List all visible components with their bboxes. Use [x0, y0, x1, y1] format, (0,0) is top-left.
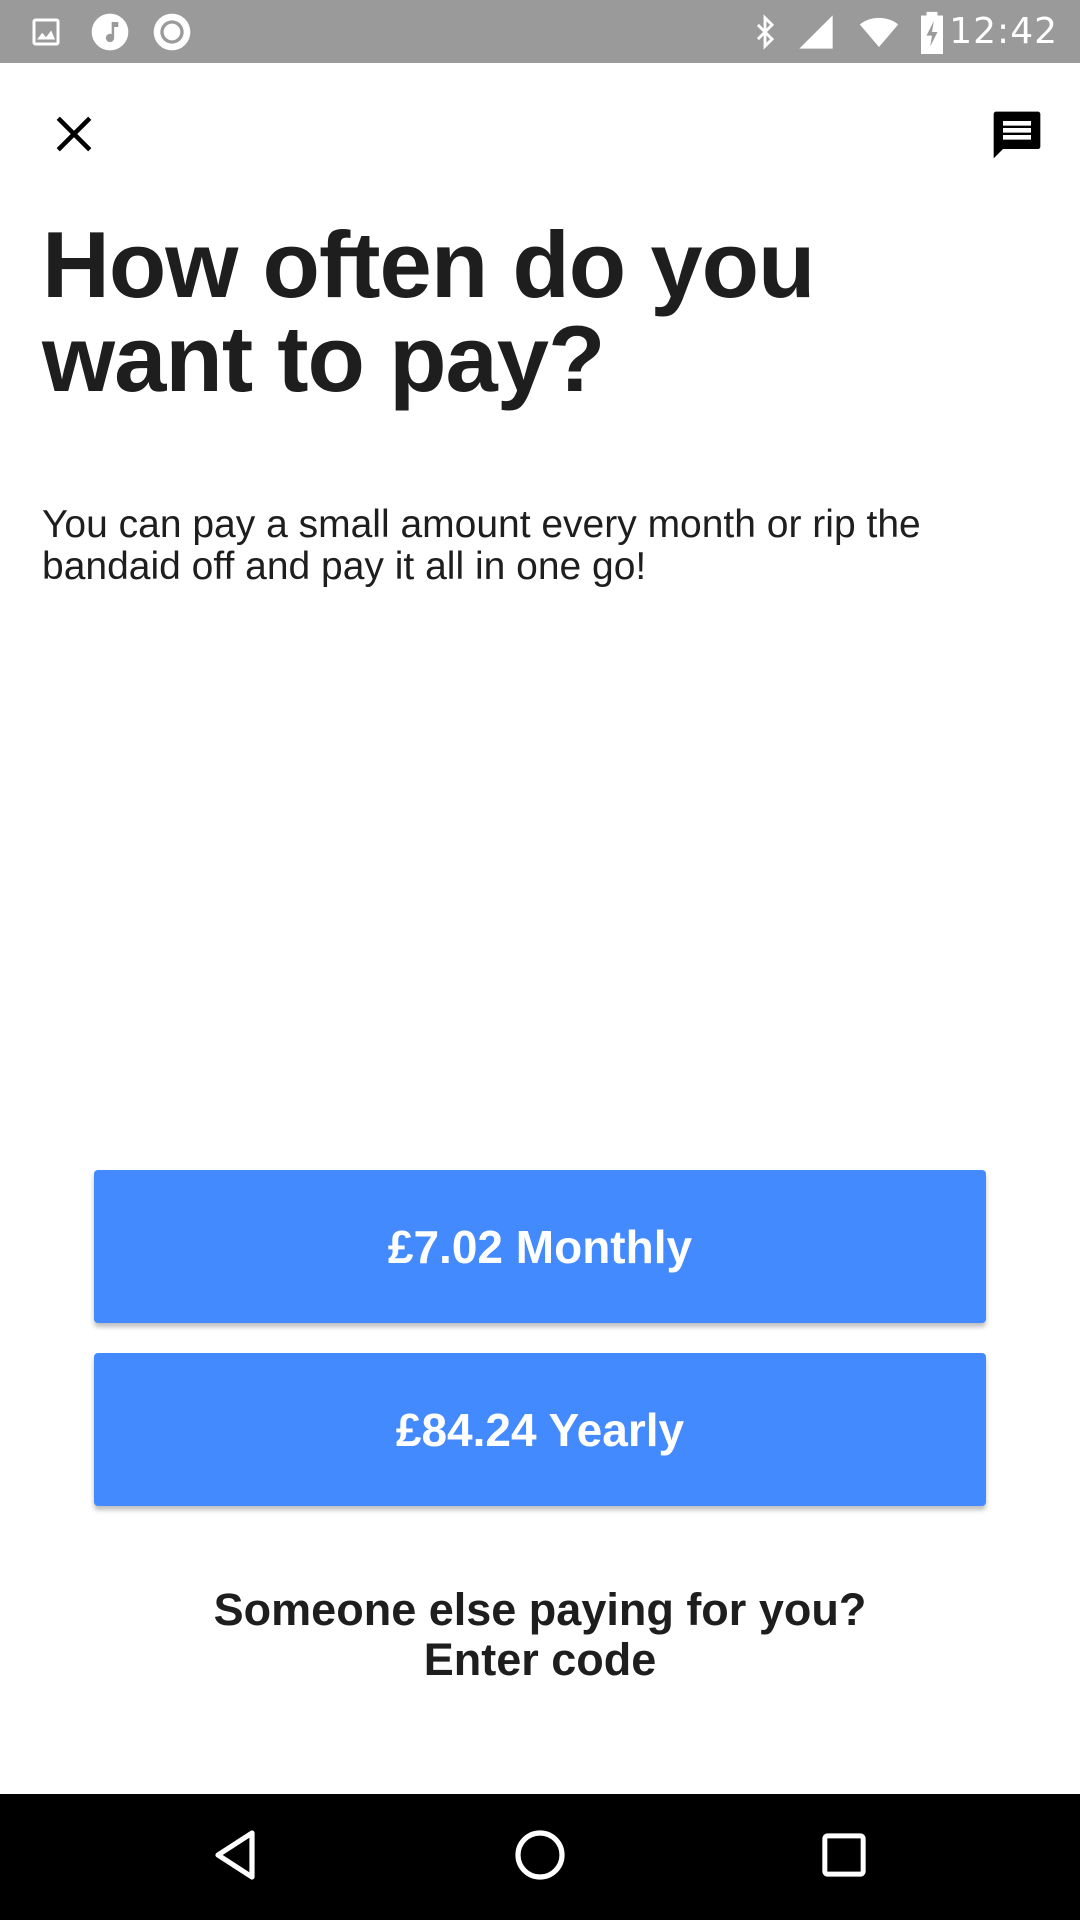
someone-else-paying-text: Someone else paying for you? [213, 1584, 867, 1635]
image-icon [28, 0, 64, 63]
home-icon [514, 1829, 566, 1886]
recents-icon [821, 1832, 867, 1883]
battery-charging-icon [918, 0, 946, 63]
back-icon [212, 1829, 260, 1886]
signal-icon [796, 0, 836, 63]
home-button[interactable] [470, 1794, 610, 1920]
bluetooth-icon [748, 0, 782, 63]
close-icon [53, 113, 95, 160]
chat-button[interactable] [978, 98, 1056, 176]
monthly-payment-button[interactable]: £7.02 Monthly [94, 1170, 986, 1323]
chat-icon [989, 107, 1045, 168]
enter-code-link[interactable]: Enter code [0, 1636, 1080, 1684]
recents-button[interactable] [774, 1794, 914, 1920]
page-title: How often do you want to pay? [42, 212, 815, 411]
navigation-bar [0, 1794, 1080, 1920]
music-icon [90, 0, 130, 63]
record-icon [152, 0, 192, 63]
wifi-icon [856, 0, 902, 63]
page-subtitle: You can pay a small amount every month o… [42, 503, 921, 588]
back-button[interactable] [166, 1794, 306, 1920]
status-time: 12:42 [949, 11, 1058, 52]
close-button[interactable] [38, 100, 110, 172]
yearly-payment-button[interactable]: £84.24 Yearly [94, 1353, 986, 1506]
status-bar: 12:42 [0, 0, 1080, 63]
